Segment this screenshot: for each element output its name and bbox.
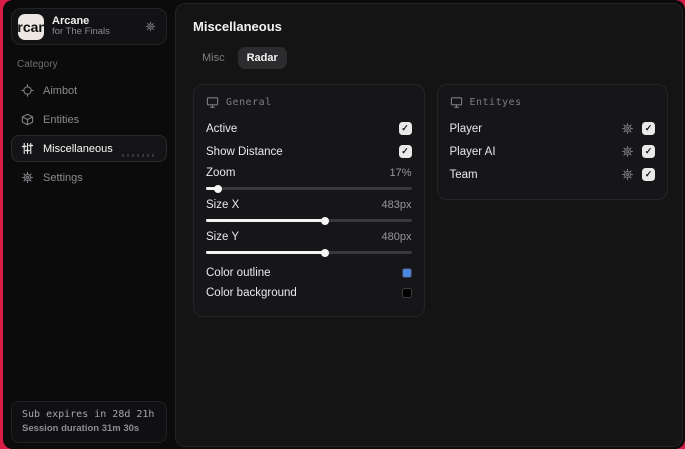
toggle-row-active: Active ✓ bbox=[206, 117, 412, 140]
sidebar-item-settings[interactable]: Settings bbox=[11, 164, 167, 191]
zoom-slider[interactable] bbox=[206, 184, 412, 193]
app-logo-card: Arcane Arcane for The Finals bbox=[11, 8, 167, 45]
size-y-slider[interactable] bbox=[206, 248, 412, 257]
subscription-status-card: Sub expires in 28d 21h Session duration … bbox=[11, 401, 167, 443]
toggle-label: Show Distance bbox=[206, 145, 283, 158]
gear-icon bbox=[21, 171, 34, 184]
show-distance-checkbox[interactable]: ✓ bbox=[398, 145, 412, 158]
app-window: Arcane Arcane for The Finals Category bbox=[3, 0, 685, 449]
app-subtitle: for The Finals bbox=[52, 26, 110, 38]
session-duration-text: Session duration 31m 30s bbox=[22, 423, 140, 434]
entity-row-player-ai: Player AI ✓ bbox=[449, 140, 655, 163]
check-icon: ✓ bbox=[644, 123, 653, 133]
box-icon bbox=[21, 113, 34, 126]
entity-row-team: Team ✓ bbox=[449, 163, 655, 186]
sidebar-item-label: Aimbot bbox=[43, 84, 78, 97]
sidebar-menu: Aimbot Entities Miscellaneous Settings bbox=[3, 77, 175, 191]
sidebar: Arcane Arcane for The Finals Category bbox=[3, 0, 175, 449]
toggle-label: Active bbox=[206, 122, 238, 135]
slider-value: 483px bbox=[381, 199, 412, 211]
page-title: Miscellaneous bbox=[193, 19, 282, 34]
slider-thumb[interactable] bbox=[321, 216, 330, 225]
color-label: Color background bbox=[206, 287, 297, 299]
sidebar-item-aimbot[interactable]: Aimbot bbox=[11, 77, 167, 104]
slider-label: Size X bbox=[206, 199, 240, 211]
app-logo: Arcane bbox=[18, 13, 44, 40]
tab-misc[interactable]: Misc bbox=[193, 47, 234, 69]
entities-panel: Entityes Player ✓ Player AI ✓ Team ✓ bbox=[436, 84, 668, 200]
sub-expires-text: Sub expires in 28d 21h bbox=[22, 409, 155, 420]
main-content: Miscellaneous Misc Radar General Active … bbox=[175, 3, 683, 447]
sidebar-item-entities[interactable]: Entities bbox=[11, 106, 167, 133]
crosshair-icon bbox=[21, 84, 34, 97]
check-icon: ✓ bbox=[401, 123, 409, 133]
entity-label: Player AI bbox=[449, 145, 496, 158]
sidebar-item-label: Entities bbox=[43, 113, 80, 126]
color-outline-swatch[interactable] bbox=[401, 268, 412, 278]
sliders-icon bbox=[21, 142, 34, 155]
size-x-slider[interactable] bbox=[206, 216, 412, 225]
entity-gear-icon[interactable] bbox=[621, 122, 634, 135]
category-label: Category bbox=[17, 59, 58, 70]
player-ai-checkbox[interactable]: ✓ bbox=[642, 145, 655, 158]
entities-panel-header: Entityes bbox=[450, 96, 656, 109]
slider-value: 17% bbox=[389, 167, 412, 179]
slider-thumb[interactable] bbox=[214, 184, 223, 193]
entities-panel-title: Entityes bbox=[469, 97, 522, 108]
sidebar-item-label: Settings bbox=[43, 171, 83, 184]
check-icon: ✓ bbox=[644, 146, 653, 156]
toggle-row-show-distance: Show Distance ✓ bbox=[206, 140, 412, 163]
panels-row: General Active ✓ Show Distance ✓ Zoom 17… bbox=[193, 84, 668, 317]
sidebar-item-miscellaneous[interactable]: Miscellaneous bbox=[11, 135, 167, 162]
entity-gear-icon[interactable] bbox=[621, 168, 634, 181]
tab-bar: Misc Radar bbox=[193, 47, 668, 69]
general-panel-title: General bbox=[226, 97, 272, 108]
menu-dots-decoration bbox=[122, 154, 156, 157]
monitor-icon bbox=[206, 96, 219, 109]
zoom-slider-group: Zoom 17% bbox=[206, 167, 412, 193]
size-y-slider-group: Size Y 480px bbox=[206, 231, 412, 257]
general-panel-header: General bbox=[206, 96, 412, 109]
tab-radar[interactable]: Radar bbox=[237, 47, 287, 69]
slider-label: Zoom bbox=[206, 167, 236, 179]
slider-label: Size Y bbox=[206, 231, 240, 243]
app-title-block: Arcane for The Finals bbox=[52, 15, 110, 39]
check-icon: ✓ bbox=[644, 169, 653, 179]
color-background-row: Color background bbox=[206, 283, 412, 303]
entity-label: Player bbox=[449, 122, 483, 135]
sidebar-item-label: Miscellaneous bbox=[43, 142, 113, 155]
general-panel: General Active ✓ Show Distance ✓ Zoom 17… bbox=[193, 84, 425, 317]
check-icon: ✓ bbox=[401, 146, 409, 156]
entity-gear-icon[interactable] bbox=[621, 145, 634, 158]
monitor-icon bbox=[450, 96, 463, 109]
team-checkbox[interactable]: ✓ bbox=[642, 168, 655, 181]
entity-row-player: Player ✓ bbox=[449, 117, 655, 140]
color-outline-row: Color outline bbox=[206, 263, 412, 283]
entity-label: Team bbox=[449, 168, 478, 181]
slider-thumb[interactable] bbox=[321, 248, 330, 257]
color-background-swatch[interactable] bbox=[401, 288, 412, 298]
color-label: Color outline bbox=[206, 267, 271, 279]
size-x-slider-group: Size X 483px bbox=[206, 199, 412, 225]
player-checkbox[interactable]: ✓ bbox=[642, 122, 655, 135]
active-checkbox[interactable]: ✓ bbox=[398, 122, 412, 135]
slider-value: 480px bbox=[381, 231, 412, 243]
settings-gear-icon[interactable] bbox=[145, 21, 156, 32]
